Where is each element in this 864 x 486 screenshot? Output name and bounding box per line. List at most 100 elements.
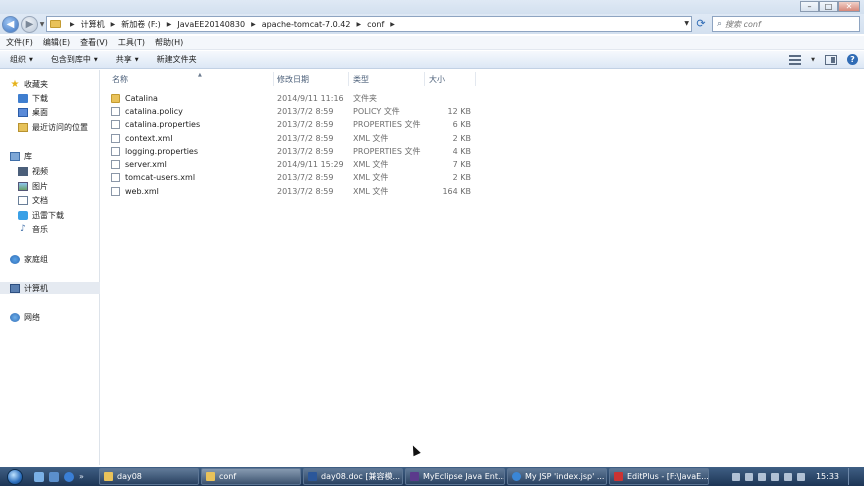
word-icon xyxy=(308,472,317,481)
chevron-more-icon[interactable]: » xyxy=(79,472,84,481)
chevron-right-icon[interactable]: ▶ xyxy=(251,21,256,28)
help-icon[interactable]: ? xyxy=(847,54,858,65)
chevron-right-icon[interactable]: ▶ xyxy=(356,21,361,28)
power-tray-icon[interactable] xyxy=(757,472,766,481)
column-divider[interactable] xyxy=(273,72,274,86)
file-name: catalina.policy xyxy=(125,107,183,116)
search-input[interactable] xyxy=(725,19,846,29)
sidebar-item-label: 家庭组 xyxy=(24,254,48,264)
breadcrumb-javaee[interactable]: JavaEE20140830 xyxy=(177,20,245,29)
column-divider[interactable] xyxy=(475,72,476,86)
breadcrumb-drive[interactable]: 新加卷 (F:) xyxy=(121,19,160,30)
browser-icon[interactable] xyxy=(64,471,74,482)
input-method-icon[interactable] xyxy=(770,472,779,481)
file-size: 164 KB xyxy=(442,187,471,196)
chevron-right-icon[interactable]: ▶ xyxy=(390,21,395,28)
share-button[interactable]: 共享 ▼ xyxy=(116,54,139,65)
menu-help[interactable]: 帮助(H) xyxy=(155,37,183,48)
sidebar-item-favorites[interactable]: ★ 收藏夹 xyxy=(10,78,110,90)
include-library-button[interactable]: 包含到库中 ▼ xyxy=(51,54,98,65)
taskbar-item-editplus[interactable]: EditPlus - [F:\JavaE... xyxy=(609,468,709,485)
taskbar-item-label: My JSP 'index.jsp' ... xyxy=(525,472,605,481)
folder-icon xyxy=(50,20,61,28)
show-desktop-icon[interactable] xyxy=(49,471,59,482)
column-header-name[interactable]: 名称 ▲ xyxy=(112,72,272,85)
file-icon xyxy=(111,160,120,169)
forward-button[interactable]: ▶ xyxy=(21,15,38,33)
sidebar-item-libraries[interactable]: 库 xyxy=(10,150,110,162)
taskbar-item-browser[interactable]: My JSP 'index.jsp' ... xyxy=(507,468,607,485)
address-dropdown-icon[interactable]: ▼ xyxy=(684,20,689,27)
column-divider[interactable] xyxy=(348,72,349,86)
sidebar-item-label: 最近访问的位置 xyxy=(32,122,88,132)
chevron-right-icon[interactable]: ▶ xyxy=(167,21,172,28)
breadcrumb-tomcat[interactable]: apache-tomcat-7.0.42 xyxy=(262,20,351,29)
preview-pane-icon[interactable] xyxy=(825,54,837,65)
taskbar-item-conf[interactable]: conf xyxy=(201,468,301,485)
taskbar-item-myeclipse[interactable]: MyEclipse Java Ent... xyxy=(405,468,505,485)
file-date: 2013/7/2 8:59 xyxy=(277,134,334,143)
taskbar-item-word[interactable]: day08.doc [兼容模... xyxy=(303,468,403,485)
search-box[interactable]: ⌕ xyxy=(712,16,860,32)
column-header-type[interactable]: 类型 xyxy=(353,73,423,85)
maximize-button[interactable]: □ xyxy=(819,1,838,12)
table-row[interactable]: catalina.policy 2013/7/2 8:59 POLICY 文件 … xyxy=(111,105,481,118)
breadcrumb-computer[interactable]: 计算机 xyxy=(81,19,105,30)
menu-edit[interactable]: 编辑(E) xyxy=(43,37,70,48)
breadcrumb-conf[interactable]: conf xyxy=(367,20,384,29)
menu-bar: 文件(F) 编辑(E) 查看(V) 工具(T) 帮助(H) xyxy=(0,36,864,50)
column-divider[interactable] xyxy=(424,72,425,86)
menu-tools[interactable]: 工具(T) xyxy=(118,37,145,48)
recent-places-icon xyxy=(18,122,28,132)
close-button[interactable]: ✕ xyxy=(838,1,860,12)
sidebar-item-label: 计算机 xyxy=(24,283,48,293)
refresh-icon[interactable]: ⟳ xyxy=(694,17,708,31)
chevron-right-icon[interactable]: ▶ xyxy=(111,21,116,28)
volume-icon[interactable] xyxy=(783,472,792,481)
minimize-button[interactable]: – xyxy=(800,1,819,12)
window-controls: – □ ✕ xyxy=(800,1,860,12)
taskbar: » day08 conf day08.doc [兼容模... MyEclipse… xyxy=(0,467,864,486)
tray-expand-icon[interactable] xyxy=(731,472,740,481)
chevron-right-icon[interactable]: ▶ xyxy=(70,21,75,28)
table-row[interactable]: tomcat-users.xml 2013/7/2 8:59 XML 文件 2 … xyxy=(111,171,481,184)
organize-button[interactable]: 组织 ▼ xyxy=(10,54,33,65)
file-name: context.xml xyxy=(125,134,173,143)
view-dropdown-icon[interactable]: ▼ xyxy=(811,57,815,63)
address-bar[interactable]: ▶ 计算机 ▶ 新加卷 (F:) ▶ JavaEE20140830 ▶ apac… xyxy=(46,16,692,32)
start-button[interactable] xyxy=(4,467,26,486)
table-row[interactable]: Catalina 2014/9/11 11:16 文件夹 xyxy=(111,92,481,105)
recent-pages-dropdown[interactable]: ▼ xyxy=(38,21,46,28)
file-date: 2013/7/2 8:59 xyxy=(277,173,334,182)
view-options-icon[interactable] xyxy=(789,54,802,65)
editplus-icon xyxy=(614,472,623,481)
show-desktop-button[interactable] xyxy=(848,468,856,485)
quick-launch-icon[interactable] xyxy=(34,471,44,482)
sidebar-item-network[interactable]: 网络 xyxy=(10,311,110,323)
file-size: 6 KB xyxy=(452,120,471,129)
menu-view[interactable]: 查看(V) xyxy=(80,37,108,48)
flag-icon[interactable] xyxy=(796,472,805,481)
sidebar-item-homegroup[interactable]: 家庭组 xyxy=(10,253,110,265)
taskbar-item-label: EditPlus - [F:\JavaE... xyxy=(627,472,709,481)
clock[interactable]: 15:33 xyxy=(816,472,839,481)
column-header-date[interactable]: 修改日期 xyxy=(277,73,347,85)
table-row[interactable]: context.xml 2013/7/2 8:59 XML 文件 2 KB xyxy=(111,132,481,145)
menu-file[interactable]: 文件(F) xyxy=(6,37,33,48)
organize-label: 组织 xyxy=(10,55,26,64)
breadcrumb: ▶ 计算机 ▶ 新加卷 (F:) ▶ JavaEE20140830 ▶ apac… xyxy=(64,19,401,30)
file-type: XML 文件 xyxy=(353,187,389,196)
column-header-size[interactable]: 大小 xyxy=(429,73,474,85)
table-row[interactable]: logging.properties 2013/7/2 8:59 PROPERT… xyxy=(111,145,481,158)
table-row[interactable]: web.xml 2013/7/2 8:59 XML 文件 164 KB xyxy=(111,185,481,198)
file-type: 文件夹 xyxy=(353,94,377,103)
sidebar-item-computer[interactable]: 计算机 xyxy=(0,282,100,294)
back-button[interactable]: ◀ xyxy=(2,15,19,33)
new-folder-button[interactable]: 新建文件夹 xyxy=(157,54,197,65)
file-name: Catalina xyxy=(125,94,158,103)
taskbar-item-day08[interactable]: day08 xyxy=(99,468,199,485)
network-tray-icon[interactable] xyxy=(744,472,753,481)
table-row[interactable]: server.xml 2014/9/11 15:29 XML 文件 7 KB xyxy=(111,158,481,171)
desktop-icon xyxy=(18,107,28,117)
table-row[interactable]: catalina.properties 2013/7/2 8:59 PROPER… xyxy=(111,118,481,131)
